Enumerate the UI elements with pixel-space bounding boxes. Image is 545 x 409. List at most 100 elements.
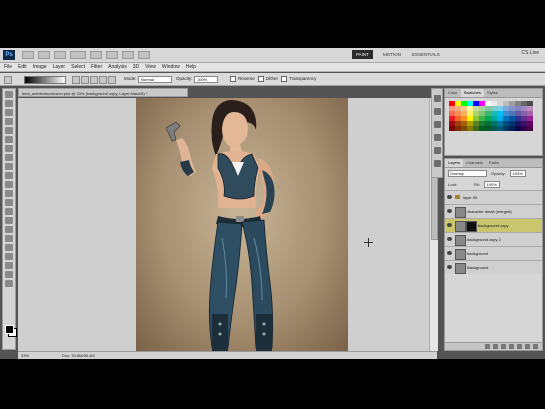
- layer-mask-thumbnail[interactable]: [466, 221, 477, 232]
- menu-edit[interactable]: Edit: [18, 64, 27, 70]
- visibility-eye-icon[interactable]: [447, 195, 452, 199]
- crop-tool-icon[interactable]: [5, 127, 13, 134]
- marquee-tool-icon[interactable]: [5, 100, 13, 107]
- gradient-picker[interactable]: [24, 76, 66, 84]
- add-mask-icon[interactable]: [501, 344, 506, 349]
- transparency-checkbox[interactable]: Transparency: [281, 76, 316, 82]
- layer-thumbnail[interactable]: [455, 263, 466, 274]
- healing-brush-tool-icon[interactable]: [5, 145, 13, 152]
- quick-selection-tool-icon[interactable]: [5, 118, 13, 125]
- artwork-canvas[interactable]: [136, 98, 348, 351]
- layer-thumbnail[interactable]: [455, 249, 466, 260]
- visibility-eye-icon[interactable]: [447, 251, 452, 255]
- move-tool-icon[interactable]: [5, 91, 13, 98]
- type-tool-icon[interactable]: [5, 226, 13, 233]
- fill-field[interactable]: 100%: [483, 181, 500, 188]
- layer-opacity-field[interactable]: 100%: [509, 170, 526, 177]
- visibility-eye-icon[interactable]: [447, 237, 452, 241]
- history-brush-tool-icon[interactable]: [5, 172, 13, 179]
- blur-tool-icon[interactable]: [5, 199, 13, 206]
- document-tab[interactable]: lena_ambientocclusion.psd @ 33% (backgro…: [18, 88, 188, 97]
- new-adjustment-layer-icon[interactable]: [509, 344, 514, 349]
- bridge-icon[interactable]: [22, 51, 34, 59]
- menu-3d[interactable]: 3D: [133, 64, 139, 70]
- tab-swatches[interactable]: Swatches: [460, 89, 484, 97]
- zoom-level-dropdown[interactable]: [70, 51, 86, 59]
- document-canvas-area[interactable]: [18, 98, 429, 351]
- adjustments-panel-icon[interactable]: [433, 147, 441, 154]
- brush-tool-icon[interactable]: [5, 154, 13, 161]
- screen-mode-icon[interactable]: [138, 51, 150, 59]
- layer-row[interactable]: Background: [445, 260, 542, 274]
- mini-bridge-icon[interactable]: [38, 51, 50, 59]
- gradient-tool-icon[interactable]: [5, 190, 13, 197]
- pen-tool-icon[interactable]: [5, 217, 13, 224]
- tab-paths[interactable]: Paths: [486, 159, 502, 167]
- path-selection-tool-icon[interactable]: [5, 235, 13, 242]
- hand-tool-icon[interactable]: [5, 271, 13, 278]
- tab-channels[interactable]: Channels: [463, 159, 486, 167]
- 3d-camera-tool-icon[interactable]: [5, 262, 13, 269]
- menu-filter[interactable]: Filter: [91, 64, 102, 70]
- add-layer-style-icon[interactable]: [493, 344, 498, 349]
- gradient-tool-preset-icon[interactable]: [4, 76, 12, 84]
- layer-row[interactable]: layer 09: [445, 190, 542, 204]
- workspace-paint[interactable]: PAINT: [352, 50, 373, 59]
- layer-row[interactable]: background: [445, 246, 542, 260]
- workspace-motion[interactable]: MOTION: [379, 50, 405, 59]
- visibility-eye-icon[interactable]: [447, 223, 452, 227]
- actions-panel-icon[interactable]: [433, 108, 441, 115]
- zoom-field[interactable]: 33%: [21, 352, 29, 359]
- 3d-rotate-tool-icon[interactable]: [5, 253, 13, 260]
- rotate-view-icon[interactable]: [106, 51, 118, 59]
- menu-help[interactable]: Help: [186, 64, 196, 70]
- visibility-eye-icon[interactable]: [447, 265, 452, 269]
- diamond-gradient-icon[interactable]: [108, 76, 116, 84]
- reverse-checkbox[interactable]: Reverse: [230, 76, 255, 82]
- clone-source-panel-icon[interactable]: [433, 134, 441, 141]
- view-extras-icon[interactable]: [54, 51, 66, 59]
- eraser-tool-icon[interactable]: [5, 181, 13, 188]
- opacity-field[interactable]: 100%: [194, 76, 218, 83]
- eyedropper-tool-icon[interactable]: [5, 136, 13, 143]
- layer-row[interactable]: background copy: [445, 218, 542, 232]
- zoom-tool-icon[interactable]: [5, 280, 13, 287]
- mode-select[interactable]: Normal: [138, 76, 172, 83]
- delete-layer-icon[interactable]: [533, 344, 538, 349]
- tab-styles[interactable]: Styles: [484, 89, 501, 97]
- menu-view[interactable]: View: [145, 64, 156, 70]
- menu-layer[interactable]: Layer: [53, 64, 66, 70]
- tab-layers[interactable]: Layers: [445, 159, 464, 167]
- masks-panel-icon[interactable]: [433, 160, 441, 167]
- menu-file[interactable]: File: [4, 64, 12, 70]
- tab-color[interactable]: Color: [445, 89, 461, 97]
- cs-live-button[interactable]: CS Live: [521, 50, 539, 56]
- menu-window[interactable]: Window: [162, 64, 180, 70]
- shape-tool-icon[interactable]: [5, 244, 13, 251]
- history-panel-icon[interactable]: [433, 95, 441, 102]
- layer-thumbnail[interactable]: [455, 207, 466, 218]
- reflected-gradient-icon[interactable]: [99, 76, 107, 84]
- layer-thumbnail[interactable]: [455, 235, 466, 246]
- color-swatches[interactable]: [5, 325, 17, 337]
- hand-tool-icon[interactable]: [90, 51, 102, 59]
- dither-checkbox[interactable]: Dither: [258, 76, 278, 82]
- blend-mode-select[interactable]: Overlay: [448, 170, 487, 177]
- visibility-eye-icon[interactable]: [447, 209, 452, 213]
- layer-thumbnail[interactable]: [455, 221, 466, 232]
- new-group-icon[interactable]: [517, 344, 522, 349]
- dodge-tool-icon[interactable]: [5, 208, 13, 215]
- link-layers-icon[interactable]: [485, 344, 490, 349]
- color-swatch[interactable]: [527, 126, 533, 131]
- menu-analysis[interactable]: Analysis: [108, 64, 127, 70]
- layer-row[interactable]: background copy 2: [445, 232, 542, 246]
- layer-row[interactable]: character detail (merged): [445, 204, 542, 218]
- arrange-documents-icon[interactable]: [122, 51, 134, 59]
- radial-gradient-icon[interactable]: [81, 76, 89, 84]
- foreground-color-swatch[interactable]: [5, 325, 14, 334]
- menu-select[interactable]: Select: [71, 64, 85, 70]
- menu-image[interactable]: Image: [33, 64, 47, 70]
- lasso-tool-icon[interactable]: [5, 109, 13, 116]
- angle-gradient-icon[interactable]: [90, 76, 98, 84]
- new-layer-icon[interactable]: [525, 344, 530, 349]
